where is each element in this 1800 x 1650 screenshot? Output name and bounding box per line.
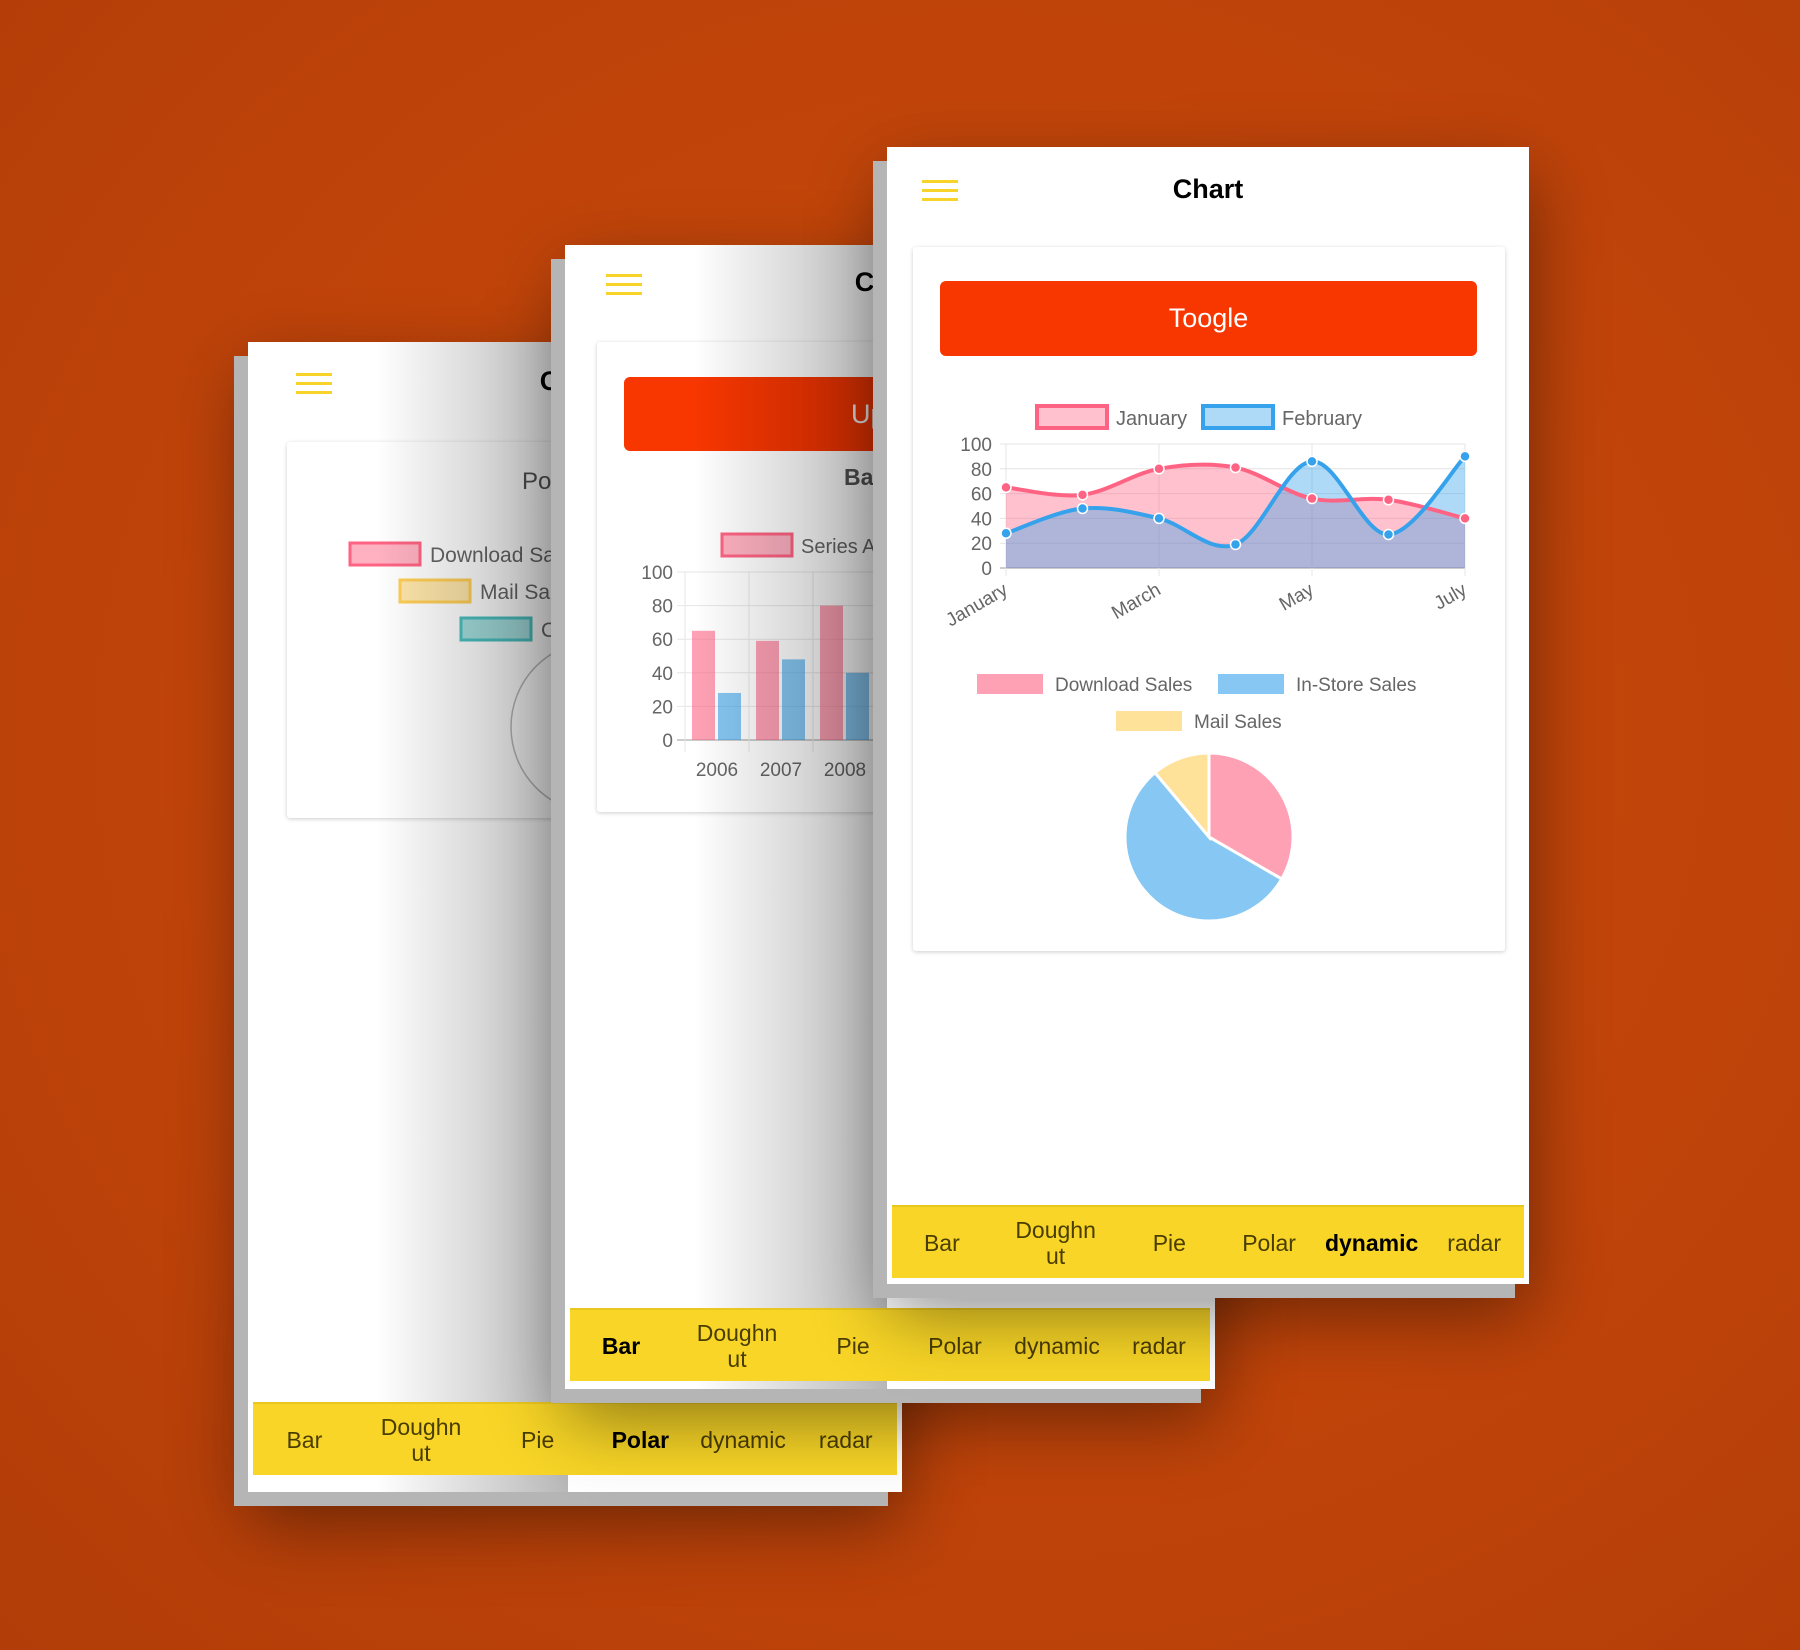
y-tick-label: 100 (641, 563, 673, 584)
tab-radar[interactable]: radar (1424, 1207, 1524, 1278)
y-tick-label: 60 (652, 630, 673, 651)
tab-dynamic[interactable]: dynamic (1319, 1207, 1424, 1278)
legend-swatch (1218, 674, 1284, 694)
legend-swatch (1116, 711, 1182, 731)
legend-swatch (720, 532, 794, 558)
tab-bar[interactable]: Bar (570, 1310, 672, 1381)
y-tick-label: 100 (960, 435, 992, 456)
y-tick-label: 80 (971, 460, 992, 481)
data-point (1306, 492, 1318, 505)
data-point (1076, 502, 1089, 515)
x-tick-label: 2006 (696, 760, 738, 781)
tab-dynamic[interactable]: dynamic (692, 1404, 795, 1475)
legend-swatch (398, 578, 472, 604)
y-tick-label: 40 (971, 509, 992, 530)
bar (718, 692, 741, 740)
line-and-pie-charts: January February 0 20 40 60 80 100 January March M… (942, 404, 1471, 923)
phone-screen-dynamic: Chart Toogle January February 0 20 40 60 80 100… (887, 147, 1529, 1284)
data-point (1229, 538, 1242, 551)
legend-label: Series A (801, 536, 876, 558)
x-tick-label: 2008 (824, 760, 866, 781)
tab-dynamic[interactable]: dynamic (1006, 1310, 1108, 1381)
x-tick-label: May (1276, 579, 1318, 615)
data-point (1000, 481, 1012, 494)
y-tick-label: 20 (971, 534, 992, 555)
legend-label: Download Sales (1055, 675, 1192, 696)
data-point (1076, 489, 1089, 501)
page-title: Chart (1172, 174, 1244, 204)
tab-bar: Bar Doughnut Pie Polar dynamic radar (570, 1308, 1210, 1381)
tab-doughnut[interactable]: Doughnut (356, 1404, 487, 1475)
data-point (1153, 512, 1165, 525)
data-point (1306, 455, 1318, 468)
legend-swatch (1201, 404, 1275, 430)
tab-polar[interactable]: Polar (589, 1404, 692, 1475)
tab-polar[interactable]: Polar (904, 1310, 1006, 1381)
bar (820, 605, 843, 740)
x-tick-label: July (1431, 579, 1471, 614)
y-tick-label: 0 (662, 731, 673, 752)
data-point (1229, 461, 1242, 474)
data-point (1382, 528, 1395, 541)
tab-doughnut[interactable]: Doughnut (672, 1310, 802, 1381)
legend-label: In-Store Sales (1296, 675, 1416, 696)
x-tick-label: 2007 (760, 760, 802, 781)
tab-polar[interactable]: Polar (1219, 1207, 1319, 1278)
y-tick-label: 60 (971, 485, 992, 506)
tab-radar[interactable]: radar (1108, 1310, 1210, 1381)
y-tick-label: 40 (652, 664, 673, 685)
y-tick-label: 80 (652, 597, 673, 618)
y-tick-label: 0 (981, 559, 992, 580)
tab-bar: Bar Doughnut Pie Polar dynamic radar (892, 1205, 1524, 1278)
legend-label: February (1282, 408, 1362, 430)
data-point (1000, 527, 1012, 540)
legend-swatch (977, 674, 1043, 694)
legend-label: Download Sale (430, 544, 571, 567)
tab-bar[interactable]: Bar (253, 1404, 356, 1475)
data-point (1153, 463, 1165, 475)
tab-pie[interactable]: Pie (802, 1310, 904, 1381)
bar (782, 659, 805, 740)
x-tick-label: March (1108, 579, 1164, 624)
y-tick-label: 20 (652, 697, 673, 718)
data-point (1382, 494, 1395, 506)
tab-radar[interactable]: radar (794, 1404, 897, 1475)
tab-bar: Bar Doughnut Pie Polar dynamic radar (253, 1402, 897, 1475)
tab-pie[interactable]: Pie (486, 1404, 589, 1475)
legend-label: January (1116, 408, 1187, 430)
data-point (1459, 450, 1471, 463)
legend-label: Mail Sales (480, 581, 577, 604)
tab-bar[interactable]: Bar (892, 1207, 992, 1278)
legend-swatch (348, 541, 422, 567)
data-point (1459, 512, 1471, 525)
legend-swatch (459, 616, 533, 642)
x-tick-label: January (942, 579, 1011, 631)
bar (846, 672, 869, 740)
tab-doughnut[interactable]: Doughnut (992, 1207, 1120, 1278)
chart-card: Toogle January February 0 20 40 60 80 100 Januar… (913, 247, 1505, 951)
bar (692, 630, 715, 740)
tab-pie[interactable]: Pie (1119, 1207, 1219, 1278)
legend-label: Mail Sales (1194, 712, 1282, 733)
bar (756, 640, 779, 740)
legend-label: Co (541, 619, 568, 642)
legend-swatch (1035, 404, 1109, 430)
